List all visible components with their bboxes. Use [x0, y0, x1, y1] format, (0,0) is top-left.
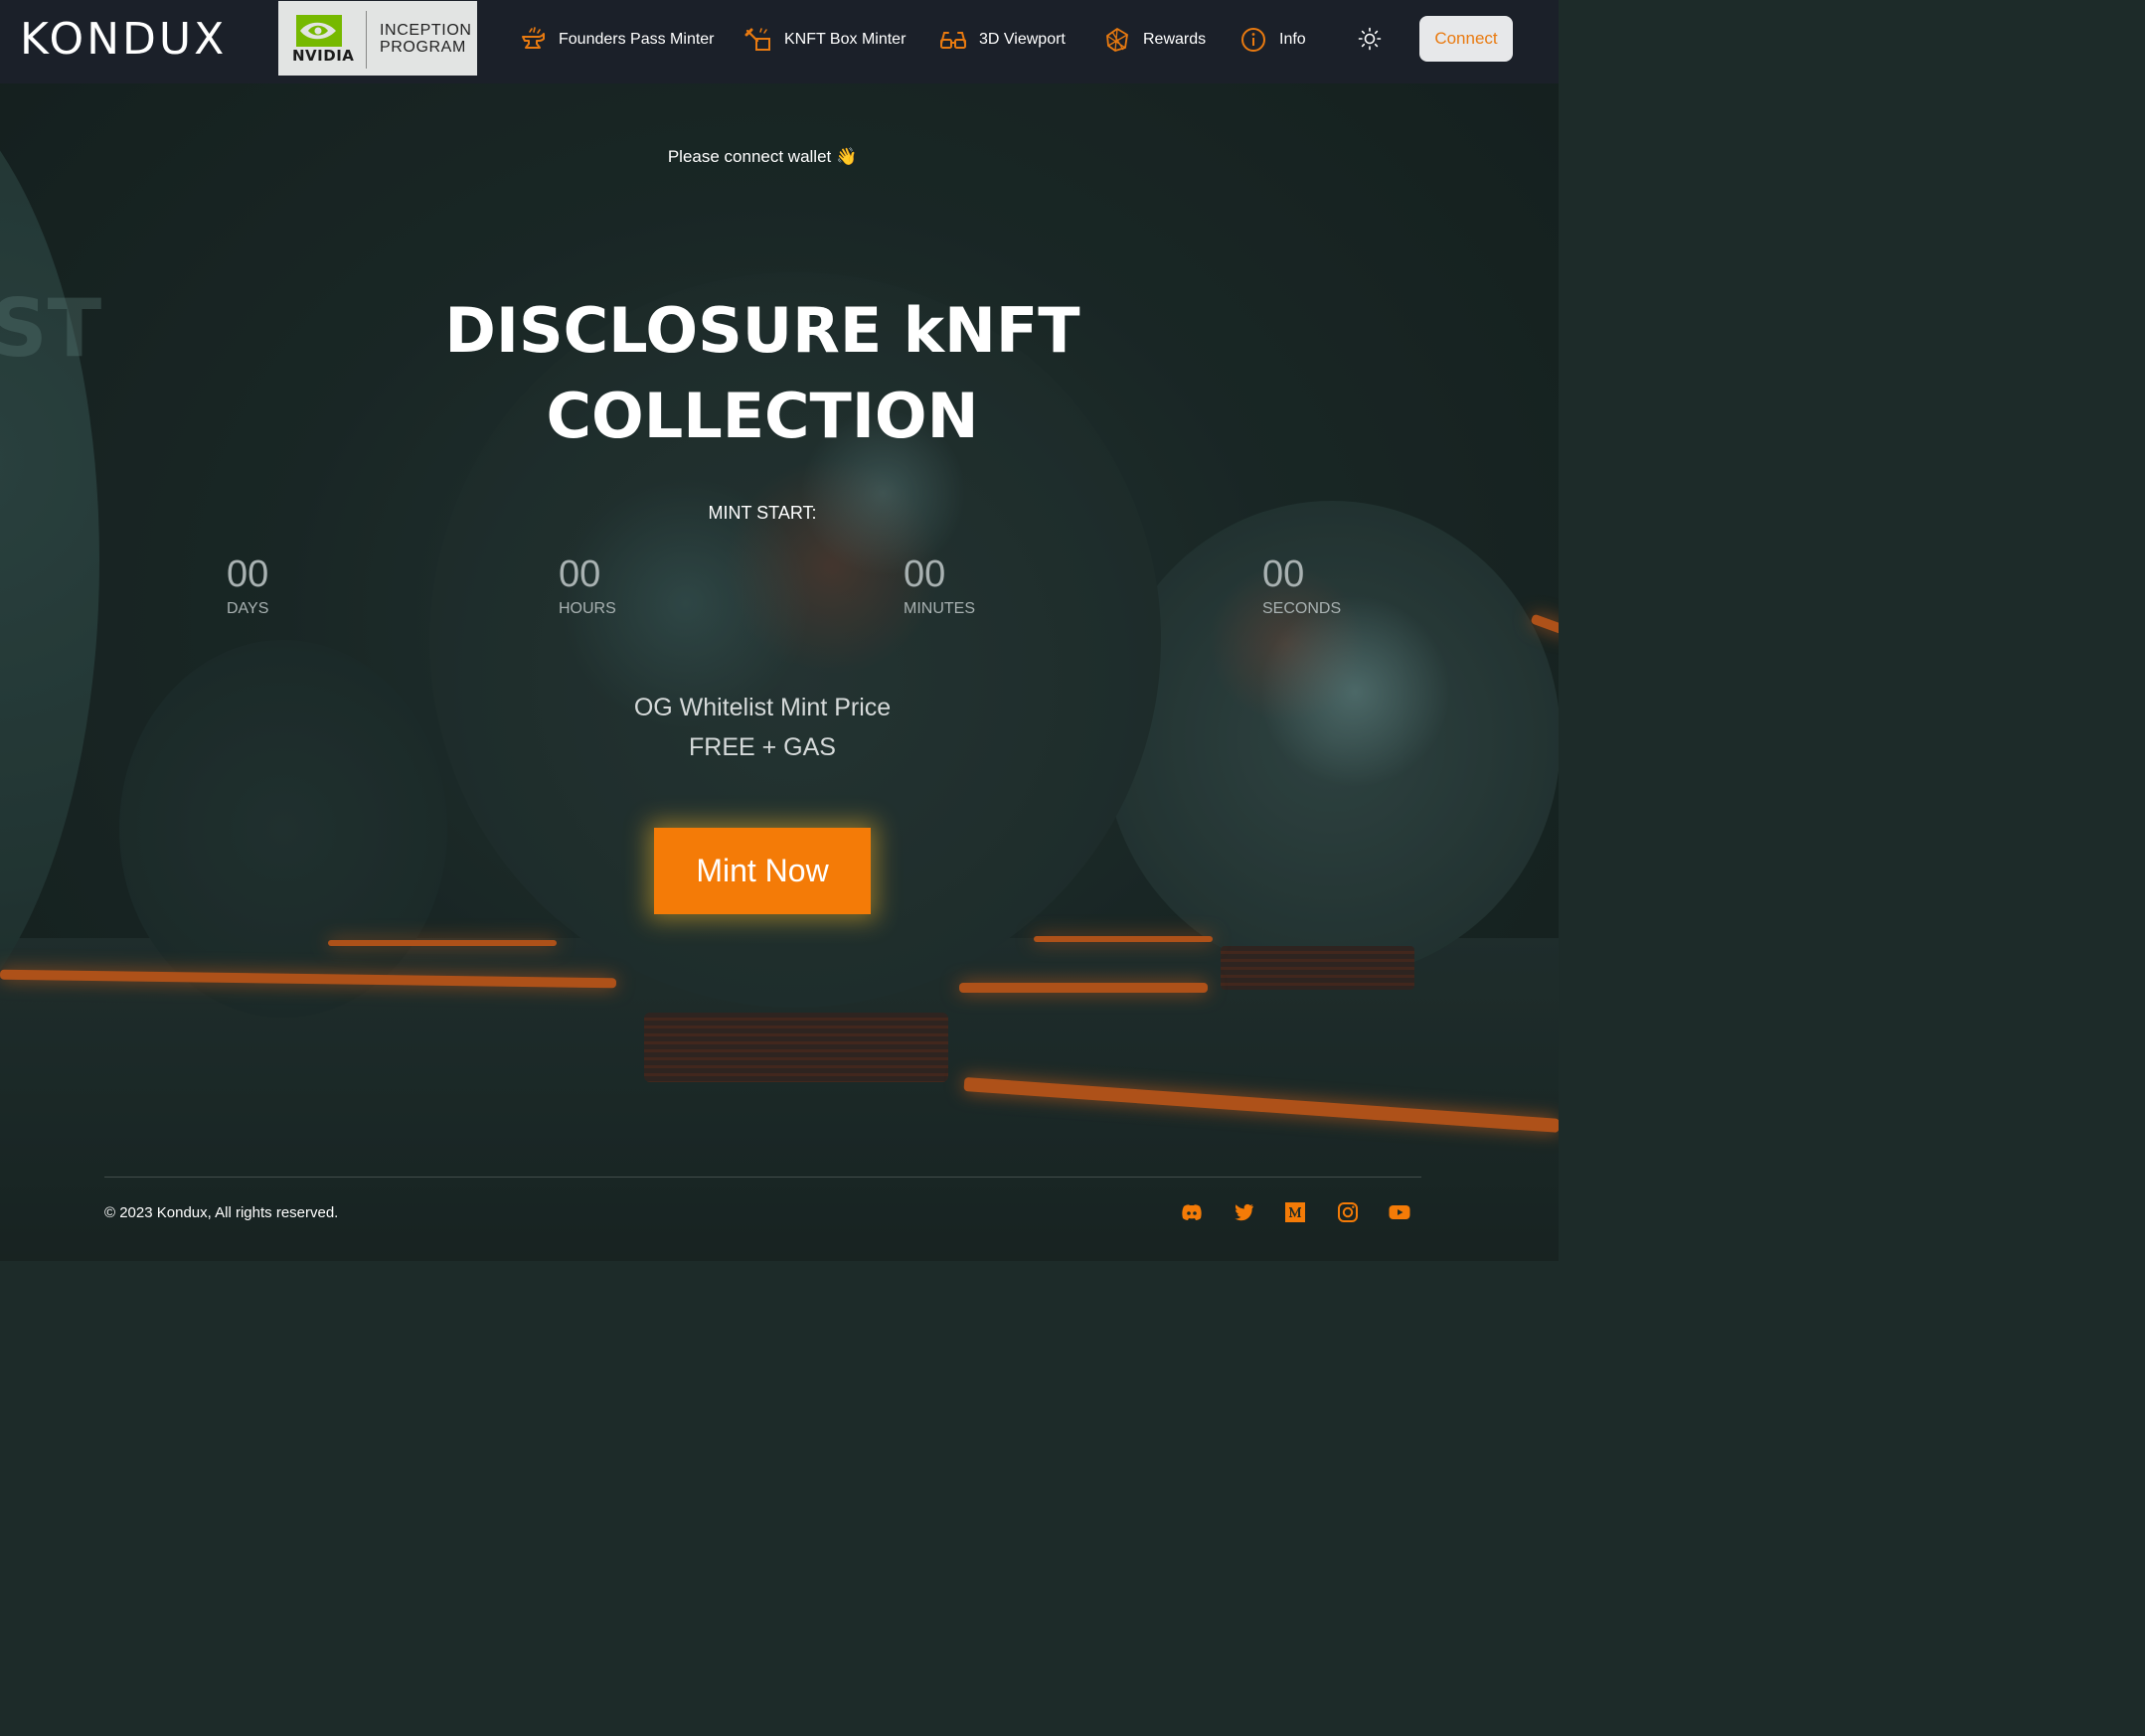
footer-divider — [104, 1177, 1421, 1178]
page-title: DISCLOSURE kNFT COLLECTION — [0, 288, 1525, 459]
3d-glasses-icon — [940, 32, 966, 49]
instagram-icon[interactable] — [1336, 1200, 1360, 1224]
discord-icon[interactable] — [1180, 1200, 1204, 1224]
mint-start-label: MINT START: — [708, 503, 817, 523]
info-icon — [1241, 28, 1265, 52]
countdown-value: 00 — [227, 553, 269, 595]
connect-wallet-message: Please connect wallet 👋 — [667, 147, 858, 166]
top-navbar: KONDUX NVIDIA INCEPTION PROGRAM Founders… — [0, 0, 1559, 83]
rewards-icon — [1106, 28, 1128, 52]
inception-program-label: INCEPTION PROGRAM — [380, 22, 472, 56]
countdown-value: 00 — [1262, 553, 1305, 595]
sun-icon[interactable] — [1357, 26, 1383, 52]
background-overlay — [0, 83, 1559, 1261]
countdown-value: 00 — [904, 553, 946, 595]
mint-price-value: FREE + GAS — [689, 733, 836, 761]
countdown-value: 00 — [559, 553, 601, 595]
anvil-icon — [522, 27, 545, 49]
nav-label: Info — [1279, 31, 1306, 48]
countdown-days: 00 DAYS — [227, 552, 268, 618]
countdown-unit: SECONDS — [1262, 600, 1342, 617]
title-line: COLLECTION — [546, 380, 979, 452]
mint-now-button[interactable]: Mint Now — [654, 828, 871, 914]
box-minter-icon — [744, 28, 770, 51]
nvidia-wordmark: NVIDIA — [292, 47, 355, 65]
nav-rewards[interactable]: Rewards — [1103, 26, 1206, 54]
nav-label: Founders Pass Minter — [559, 31, 715, 48]
nav-founders-pass-minter[interactable]: Founders Pass Minter — [519, 26, 715, 54]
countdown-unit: DAYS — [227, 600, 269, 617]
countdown-hours: 00 HOURS — [559, 552, 616, 618]
nvidia-eye-icon — [296, 15, 342, 47]
nav-label: Rewards — [1143, 31, 1207, 48]
mint-price-label: OG Whitelist Mint Price — [633, 694, 892, 721]
copyright-text: © 2023 Kondux, All rights reserved. — [104, 1204, 339, 1221]
nav-knft-box-minter[interactable]: KNFT Box Minter — [744, 26, 906, 54]
nvidia-inception-badge[interactable]: NVIDIA INCEPTION PROGRAM — [278, 1, 477, 76]
nav-3d-viewport[interactable]: 3D Viewport — [939, 26, 1066, 54]
countdown-minutes: 00 MINUTES — [904, 552, 975, 618]
nav-label: 3D Viewport — [979, 31, 1066, 48]
title-line: DISCLOSURE kNFT — [444, 294, 1080, 367]
inception-line: INCEPTION — [380, 22, 472, 39]
program-line: PROGRAM — [380, 39, 466, 56]
medium-icon[interactable] — [1283, 1200, 1307, 1224]
hero-background: ST — [0, 83, 1559, 1261]
kondux-logo[interactable]: KONDUX — [20, 16, 227, 64]
countdown-seconds: 00 SECONDS — [1262, 552, 1341, 618]
nav-info[interactable]: Info — [1239, 26, 1306, 54]
countdown-unit: HOURS — [559, 600, 616, 617]
badge-divider — [366, 11, 367, 69]
twitter-icon[interactable] — [1232, 1200, 1255, 1224]
connect-wallet-button[interactable]: Connect — [1419, 16, 1513, 62]
youtube-icon[interactable] — [1388, 1200, 1411, 1224]
nav-label: KNFT Box Minter — [784, 31, 907, 48]
countdown-unit: MINUTES — [904, 600, 975, 617]
